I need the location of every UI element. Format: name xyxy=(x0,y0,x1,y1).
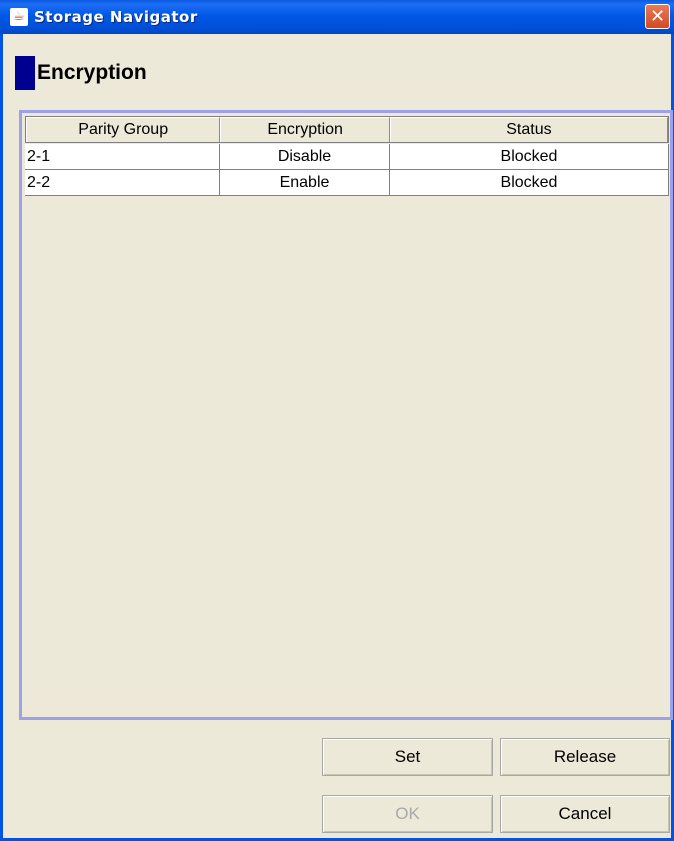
table-row[interactable]: 2-2 Enable Blocked xyxy=(25,170,669,196)
dialog-window: ☕ Storage Navigator ✕ Encryption Parity … xyxy=(0,0,674,841)
section-marker xyxy=(15,56,35,90)
close-button[interactable]: ✕ xyxy=(645,4,670,29)
cell-parity-group: 2-1 xyxy=(25,144,220,169)
column-header-encryption[interactable]: Encryption xyxy=(220,117,390,142)
table-row[interactable]: 2-1 Disable Blocked xyxy=(25,144,669,170)
ok-button[interactable]: OK xyxy=(322,795,493,833)
cell-encryption: Disable xyxy=(220,144,390,169)
cell-parity-group: 2-2 xyxy=(25,170,220,195)
java-icon: ☕ xyxy=(10,8,28,26)
table-header: Parity Group Encryption Status xyxy=(25,116,669,143)
cancel-button[interactable]: Cancel xyxy=(500,795,670,833)
cell-status: Blocked xyxy=(390,144,669,169)
title-bar[interactable]: ☕ Storage Navigator ✕ xyxy=(0,0,674,34)
close-icon: ✕ xyxy=(649,5,666,27)
cell-status: Blocked xyxy=(390,170,669,195)
release-button[interactable]: Release xyxy=(500,738,670,776)
window-title: Storage Navigator xyxy=(34,8,198,26)
table-body: 2-1 Disable Blocked 2-2 Enable Blocked xyxy=(25,144,669,196)
column-header-parity-group[interactable]: Parity Group xyxy=(26,117,221,142)
encryption-table: Parity Group Encryption Status 2-1 Disab… xyxy=(19,110,673,720)
cell-encryption: Enable xyxy=(220,170,390,195)
column-header-status[interactable]: Status xyxy=(389,117,668,142)
set-button[interactable]: Set xyxy=(322,738,493,776)
section-header: Encryption xyxy=(15,56,147,90)
section-title: Encryption xyxy=(37,61,147,84)
